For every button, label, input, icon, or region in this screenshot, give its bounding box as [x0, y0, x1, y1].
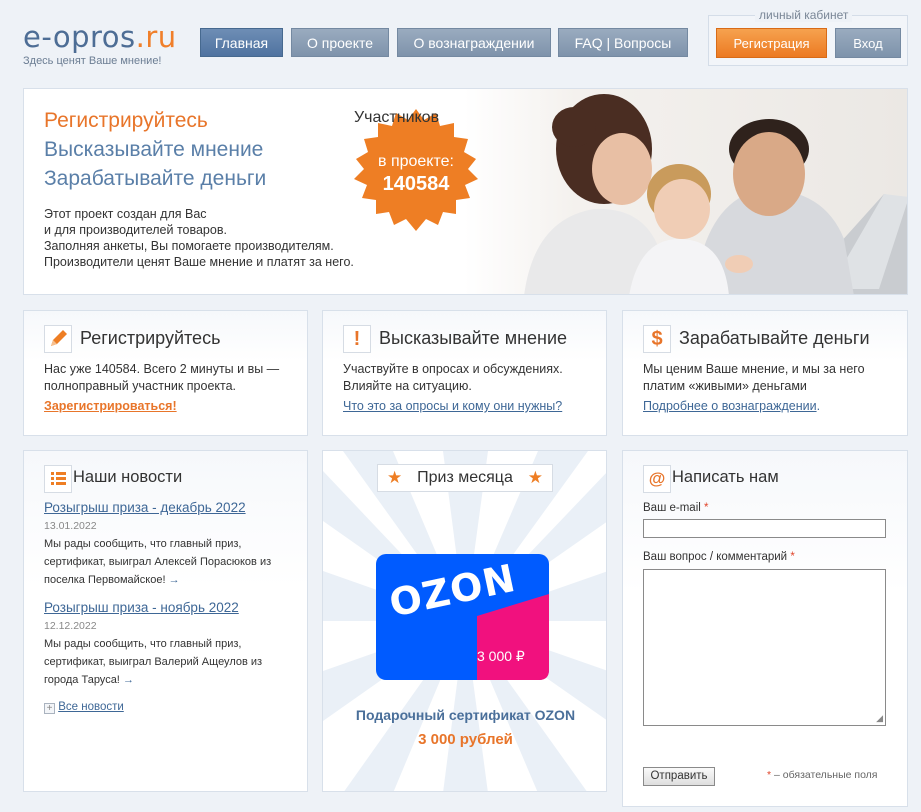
- read-more-arrow-icon[interactable]: →: [169, 574, 180, 586]
- rewards-link-wrap: Подробнее о вознаграждении.: [643, 399, 820, 413]
- at-sign-icon: @: [643, 465, 671, 493]
- all-news-link[interactable]: Все новости: [58, 701, 124, 713]
- plus-icon: +: [44, 703, 55, 714]
- hero-line-opinion: Высказывайте мнение: [44, 138, 264, 161]
- logo-suffix: .ru: [135, 20, 177, 54]
- exclamation-icon: !: [343, 325, 371, 353]
- star-icon: ★: [387, 468, 403, 487]
- news-item-title[interactable]: Розыгрыш приза - ноябрь 2022: [44, 600, 239, 615]
- cabinet-legend: личный кабинет: [755, 8, 853, 22]
- ozon-logo: OZON: [385, 555, 520, 626]
- prize-title: Приз месяца: [417, 469, 513, 486]
- family-photo: [464, 89, 907, 294]
- hero-banner: Регистрируйтесь Высказывайте мнение Зара…: [23, 88, 908, 295]
- hero-line-earn: Зарабатывайте деньги: [44, 167, 267, 190]
- required-note: * – обязательные поля: [767, 769, 878, 781]
- required-mark: *: [767, 769, 772, 781]
- nav-home[interactable]: Главная: [200, 28, 283, 57]
- news-item-text: Мы рады сообщить, что главный приз, серт…: [44, 635, 289, 689]
- logo-tagline: Здесь ценят Ваше мнение!: [23, 55, 162, 67]
- surveys-info-link[interactable]: Что это за опросы и кому они нужны?: [343, 399, 562, 413]
- nav-rewards[interactable]: О вознаграждении: [397, 28, 551, 57]
- required-mark: *: [704, 502, 709, 514]
- news-item-body: Мы рады сообщить, что главный приз, серт…: [44, 538, 272, 586]
- news-item-date: 13.01.2022: [44, 520, 97, 532]
- news-heading: Наши новости: [73, 468, 183, 486]
- badge-count: 140584: [382, 173, 450, 195]
- feature-opinion: ! Высказывайте мнение Участвуйте в опрос…: [322, 310, 607, 436]
- news-item-date: 12.12.2022: [44, 620, 97, 632]
- feature-text: Участвуйте в опросах и обсуждениях. Влия…: [343, 362, 563, 393]
- read-more-arrow-icon[interactable]: →: [123, 674, 134, 686]
- question-label: Ваш вопрос / комментарий *: [643, 551, 795, 563]
- star-icon: ★: [527, 468, 543, 487]
- hero-desc-line: Этот проект создан для Вас: [44, 207, 207, 221]
- question-label-text: Ваш вопрос / комментарий: [643, 551, 788, 563]
- question-textarea[interactable]: ◢: [643, 569, 886, 726]
- register-link[interactable]: Зарегистрироваться!: [44, 399, 177, 413]
- email-label-text: Ваш e-mail: [643, 502, 701, 514]
- feature-text: Нас уже 140584. Всего 2 минуты и вы — по…: [44, 362, 280, 393]
- register-button[interactable]: Регистрация: [716, 28, 827, 58]
- hero-line-register: Регистрируйтесь: [44, 109, 208, 132]
- news-item-body: Мы рады сообщить, что главный приз, серт…: [44, 638, 263, 686]
- send-button[interactable]: Отправить: [643, 767, 715, 786]
- prize-panel: ★ Приз месяца ★ OZON 3 000 ₽ Подарочный …: [322, 450, 607, 792]
- contact-panel: @ Написать нам Ваш e-mail * Ваш вопрос /…: [622, 450, 908, 807]
- site-logo[interactable]: e-opros.ru Здесь ценят Ваше мнение!: [23, 22, 177, 67]
- pencil-icon: [44, 325, 72, 353]
- feature-register: Регистрируйтесь Нас уже 140584. Всего 2 …: [23, 310, 308, 436]
- prize-header: ★ Приз месяца ★: [377, 464, 553, 492]
- hero-desc-line: и для производителей товаров.: [44, 223, 227, 237]
- nav-faq[interactable]: FAQ | Вопросы: [558, 28, 688, 57]
- rewards-info-link[interactable]: Подробнее о вознаграждении: [643, 399, 817, 413]
- resize-handle-icon[interactable]: ◢: [876, 713, 883, 724]
- rewards-link-suffix: .: [816, 399, 821, 413]
- ozon-card-amount: 3 000 ₽: [477, 648, 525, 664]
- feature-title: Зарабатывайте деньги: [679, 328, 870, 348]
- news-item-text: Мы рады сообщить, что главный приз, серт…: [44, 535, 289, 589]
- news-item-title[interactable]: Розыгрыш приза - декабрь 2022: [44, 500, 246, 515]
- logo-text: e-opros.ru: [23, 22, 177, 52]
- list-icon-glyph: [51, 472, 66, 485]
- ozon-card-labels: OZON 3 000 ₽: [376, 554, 549, 680]
- logo-main: e-opros: [23, 20, 136, 54]
- required-mark: *: [790, 551, 795, 563]
- login-button[interactable]: Вход: [835, 28, 901, 58]
- badge-line1: Участников: [354, 109, 440, 126]
- hero-desc-line: Заполняя анкеты, Вы помогаете производит…: [44, 239, 334, 253]
- email-label: Ваш e-mail *: [643, 502, 709, 514]
- badge-line2: в проекте:: [378, 153, 454, 170]
- list-icon: [44, 465, 72, 493]
- required-note-text: – обязательные поля: [774, 769, 878, 781]
- hero-description: Этот проект создан для Вас и для произво…: [44, 206, 404, 270]
- feature-earn: $ Зарабатывайте деньги Мы ценим Ваше мне…: [622, 310, 908, 436]
- all-news[interactable]: + Все новости: [44, 701, 124, 714]
- badge-text: Участников в проекте: 140584: [354, 109, 478, 233]
- user-cabinet: личный кабинет Регистрация Вход: [708, 8, 908, 66]
- prize-amount: 3 000 рублей: [418, 731, 513, 748]
- prize-caption: Подарочный сертификат OZON: [355, 707, 576, 723]
- news-panel: Наши новости Розыгрыш приза - декабрь 20…: [23, 450, 308, 792]
- feature-text: Мы ценим Ваше мнение, и мы за него плати…: [643, 362, 865, 393]
- contact-heading: Написать нам: [672, 468, 779, 486]
- dollar-icon: $: [643, 325, 671, 353]
- nav-about[interactable]: О проекте: [291, 28, 389, 57]
- hero-desc-line: Производители ценят Ваше мнение и платят…: [44, 255, 354, 269]
- feature-title: Высказывайте мнение: [379, 328, 568, 348]
- feature-title: Регистрируйтесь: [80, 328, 221, 348]
- email-field[interactable]: [643, 519, 886, 538]
